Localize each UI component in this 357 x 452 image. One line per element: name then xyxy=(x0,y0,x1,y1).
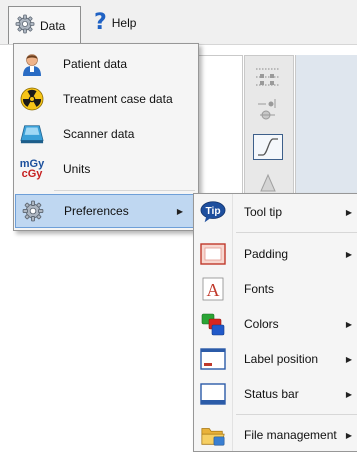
submenu-item-label: Fonts xyxy=(244,282,275,296)
menu-help[interactable]: ? Help xyxy=(92,6,164,40)
submenu-item-label: Padding xyxy=(244,247,289,261)
radiation-icon xyxy=(20,87,44,111)
units-icon: mGy cGy xyxy=(20,157,44,181)
submenu-item-label: Status bar xyxy=(244,387,299,401)
menu-item-treatment-case-data[interactable]: Treatment case data xyxy=(14,82,198,116)
patient-icon xyxy=(20,52,44,76)
submenu-item-fonts[interactable]: A Fonts xyxy=(194,272,357,306)
menu-separator xyxy=(54,190,195,191)
submenu-item-label: Colors xyxy=(244,317,279,331)
submenu-item-colors[interactable]: Colors ▶ xyxy=(194,307,357,341)
menu-item-label: Patient data xyxy=(63,57,128,71)
gear-icon xyxy=(21,199,45,223)
grid-tool-icon[interactable] xyxy=(253,64,283,90)
submenu-arrow-icon: ▶ xyxy=(345,319,352,329)
submenu-item-status-bar[interactable]: Status bar ▶ xyxy=(194,377,357,411)
submenu-item-label: Label position xyxy=(244,352,319,366)
submenu-item-label: Tool tip xyxy=(244,205,283,219)
submenu-item-label-position[interactable]: Label position ▶ xyxy=(194,342,357,376)
gear-icon xyxy=(15,14,35,37)
menu-item-label: Scanner data xyxy=(63,127,135,141)
menu-item-label: Units xyxy=(63,162,91,176)
menu-item-units[interactable]: mGy cGy Units xyxy=(14,152,198,186)
preferences-submenu: Tip Tool tip ▶ Padding ▶ A Fonts Colors … xyxy=(193,193,357,452)
submenu-arrow-icon: ▶ xyxy=(176,206,183,216)
workspace-right-panel xyxy=(295,55,357,195)
menu-bar: Data ? Help xyxy=(0,0,357,45)
menu-separator xyxy=(236,232,357,233)
label-position-icon xyxy=(200,346,226,372)
menu-data-label: Data xyxy=(40,18,66,33)
menu-item-label: Preferences xyxy=(64,204,129,218)
tip-icon: Tip xyxy=(200,199,226,225)
submenu-item-tool-tip[interactable]: Tip Tool tip ▶ xyxy=(194,195,357,229)
font-icon: A xyxy=(200,276,226,302)
submenu-arrow-icon: ▶ xyxy=(345,207,352,217)
shape-tool-icon[interactable] xyxy=(253,168,283,194)
menu-data[interactable]: Data xyxy=(8,6,81,44)
data-dropdown-menu: Patient data Treatment case data Scanner… xyxy=(13,43,199,231)
submenu-item-label: File management xyxy=(244,428,337,442)
submenu-item-file-management[interactable]: File management ▶ xyxy=(194,418,357,452)
menu-item-preferences[interactable]: Preferences ▶ xyxy=(15,194,196,228)
menu-separator xyxy=(236,414,357,415)
submenu-arrow-icon: ▶ xyxy=(345,249,352,259)
folder-icon xyxy=(200,422,226,448)
question-mark-icon: ? xyxy=(94,10,107,35)
padding-icon xyxy=(200,241,226,267)
curve-tool-icon[interactable] xyxy=(253,134,283,160)
tool-strip xyxy=(244,55,294,197)
submenu-item-padding[interactable]: Padding ▶ xyxy=(194,237,357,271)
submenu-arrow-icon: ▶ xyxy=(345,389,352,399)
menu-help-label: Help xyxy=(111,16,137,30)
submenu-arrow-icon: ▶ xyxy=(345,430,352,440)
pin-tool-icon[interactable] xyxy=(253,96,283,122)
tip-icon-text: Tip xyxy=(205,206,220,217)
menu-item-patient-data[interactable]: Patient data xyxy=(14,47,198,81)
submenu-arrow-icon: ▶ xyxy=(345,354,352,364)
units-icon-cgy: cGy xyxy=(21,168,43,180)
font-icon-letter: A xyxy=(207,280,220,300)
menu-item-label: Treatment case data xyxy=(63,92,173,106)
scanner-icon xyxy=(20,122,44,146)
colors-icon xyxy=(200,311,226,337)
status-bar-icon xyxy=(200,381,226,407)
menu-item-scanner-data[interactable]: Scanner data xyxy=(14,117,198,151)
